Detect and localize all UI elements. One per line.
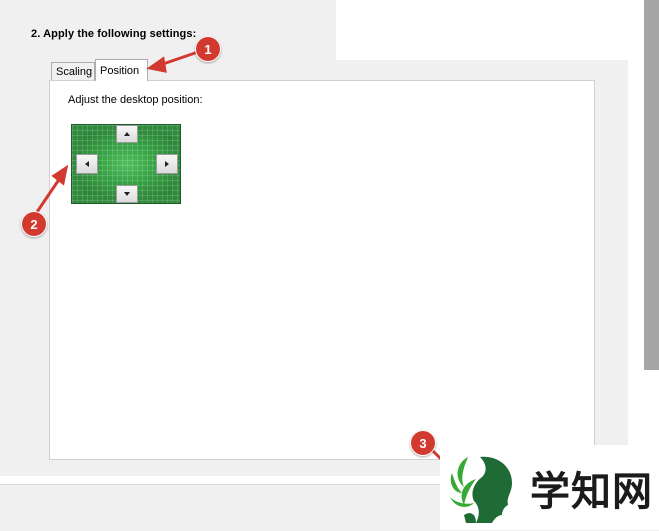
move-left-button[interactable] — [76, 154, 98, 174]
position-tab-panel: Adjust the desktop position: — [49, 80, 595, 460]
section-heading: 2. Apply the following settings: — [31, 28, 197, 40]
desktop-position-control — [71, 124, 181, 204]
leaf-head-logo-icon — [450, 456, 512, 523]
callout-badge-3: 3 — [410, 430, 436, 456]
arrow-up-icon — [124, 132, 130, 136]
arrow-left-icon — [85, 161, 89, 167]
tab-scaling[interactable]: Scaling — [51, 62, 95, 81]
arrow-down-icon — [124, 192, 130, 196]
move-up-button[interactable] — [116, 125, 138, 143]
vertical-scrollbar[interactable] — [644, 0, 659, 370]
move-down-button[interactable] — [116, 185, 138, 203]
watermark-text: 学知网 — [530, 469, 653, 515]
adjust-position-label: Adjust the desktop position: — [68, 94, 203, 106]
move-right-button[interactable] — [156, 154, 178, 174]
tab-position[interactable]: Position — [95, 59, 148, 81]
watermark: 学知网 — [440, 445, 659, 530]
callout-badge-2: 2 — [21, 211, 47, 237]
arrow-right-icon — [165, 161, 169, 167]
callout-badge-1: 1 — [195, 36, 221, 62]
